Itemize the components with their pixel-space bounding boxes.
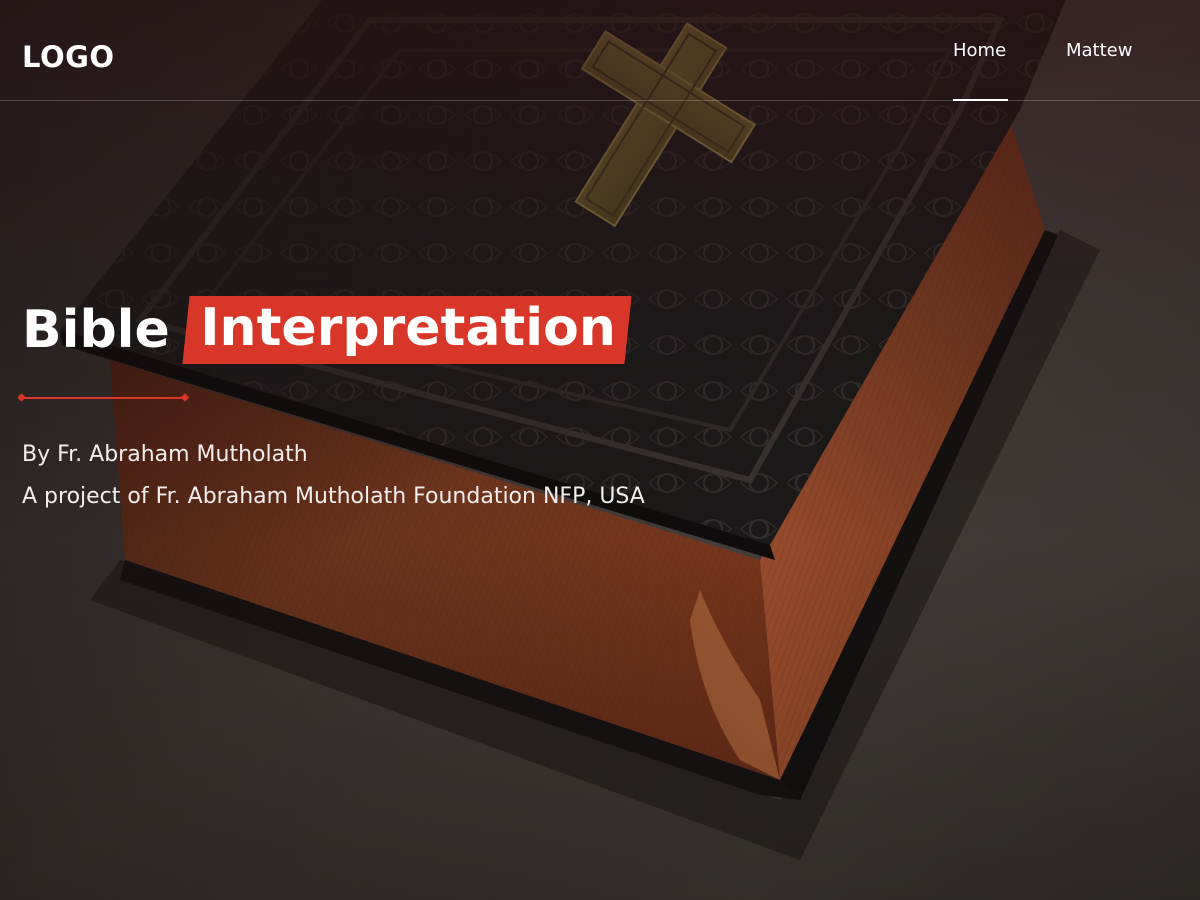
main-nav: Home Mattew — [953, 40, 1193, 101]
hero-title-highlight: Interpretation — [199, 298, 616, 358]
divider-left-diamond-icon — [18, 393, 26, 402]
page: LOGO Home Mattew Bible Interpretation By… — [0, 0, 1200, 900]
hero-title-highlight-box: Interpretation — [182, 296, 632, 364]
nav-item-home[interactable]: Home — [953, 40, 1066, 101]
hero-title-plain: Bible — [22, 300, 170, 360]
divider-right-diamond-icon — [180, 393, 190, 402]
site-header: LOGO Home Mattew — [0, 0, 1200, 101]
title-divider — [18, 393, 190, 402]
hero-author: By Fr. Abraham Mutholath — [22, 442, 308, 467]
nav-item-mattew[interactable]: Mattew — [1066, 40, 1193, 61]
hero-title: Bible Interpretation — [22, 294, 632, 366]
logo[interactable]: LOGO — [22, 40, 115, 74]
hero-project: A project of Fr. Abraham Mutholath Found… — [22, 484, 645, 509]
